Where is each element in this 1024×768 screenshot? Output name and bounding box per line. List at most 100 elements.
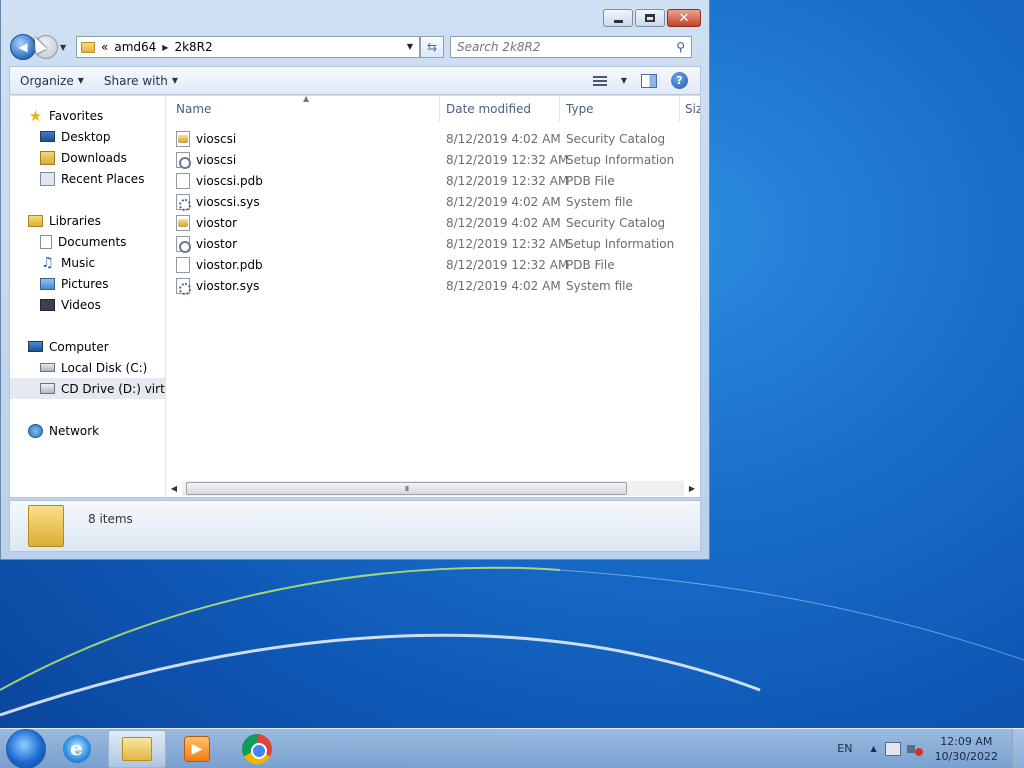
nav-network[interactable]: Network [10, 420, 165, 441]
file-row[interactable]: viostor.sys 8/12/2019 4:02 AM System file [166, 275, 700, 296]
nav-desktop[interactable]: Desktop [10, 126, 165, 147]
scroll-left-icon[interactable]: ◀ [166, 484, 182, 493]
show-hidden-icons-icon[interactable]: ▲ [870, 744, 876, 753]
file-name-cell[interactable]: viostor.pdb [166, 256, 440, 273]
address-dropdown-icon[interactable]: ▼ [407, 42, 413, 51]
search-box[interactable]: ⚲ [450, 36, 692, 58]
file-name-cell[interactable]: vioscsi [166, 151, 440, 169]
file-type: Setup Information [566, 152, 675, 167]
nav-downloads[interactable]: Downloads [10, 147, 165, 168]
volume-muted-icon[interactable] [906, 742, 923, 756]
close-button[interactable]: ✕ [667, 9, 701, 27]
recent-places-icon [40, 171, 55, 186]
nav-label: Computer [49, 339, 109, 354]
column-size[interactable]: Size [680, 96, 700, 122]
file-name: vioscsi.sys [196, 194, 260, 209]
network-status-icon[interactable] [884, 741, 901, 756]
file-name-cell[interactable]: viostor [166, 214, 440, 231]
column-date-modified[interactable]: Date modified [440, 96, 560, 122]
file-row[interactable]: vioscsi.sys 8/12/2019 4:02 AM System file [166, 191, 700, 212]
file-row[interactable]: vioscsi 8/12/2019 12:32 AM Setup Informati… [166, 149, 700, 170]
cd-drive-icon [40, 383, 55, 394]
file-rows: vioscsi 8/12/2019 4:02 AM Security Catalog… [166, 122, 700, 296]
nav-cd-drive[interactable]: CD Drive (D:) virtio-w [10, 378, 165, 399]
file-row[interactable]: viostor 8/12/2019 12:32 AM Setup Informati… [166, 233, 700, 254]
address-overflow-chevron[interactable]: « [101, 40, 108, 54]
file-row[interactable]: vioscsi 8/12/2019 4:02 AM Security Catalog [166, 128, 700, 149]
horizontal-scrollbar[interactable]: ◀ III ▶ [166, 480, 700, 497]
nav-recent-places[interactable]: Recent Places [10, 168, 165, 189]
show-desktop-button[interactable] [1012, 728, 1024, 768]
minimize-button[interactable] [603, 9, 633, 27]
clock-date: 10/30/2022 [934, 749, 998, 763]
file-date: 8/12/2019 12:32 AM [446, 236, 569, 251]
setup-info-icon [176, 151, 191, 169]
organize-button[interactable]: Organize ▼ [10, 74, 94, 88]
breadcrumb-separator-icon[interactable]: ▶ [162, 43, 168, 52]
file-type: Security Catalog [566, 215, 666, 230]
file-name-cell[interactable]: vioscsi.sys [166, 193, 440, 211]
scrollbar-thumb[interactable]: III [186, 482, 627, 495]
preview-pane-icon[interactable] [641, 73, 657, 88]
share-with-button[interactable]: Share with ▼ [94, 74, 188, 88]
column-type[interactable]: Type [560, 96, 680, 122]
nav-local-disk[interactable]: Local Disk (C:) [10, 357, 165, 378]
nav-label: Videos [61, 297, 101, 312]
windows-explorer-icon [122, 736, 152, 761]
nav-libraries[interactable]: Libraries [10, 210, 165, 231]
file-name: vioscsi [196, 131, 237, 146]
search-input[interactable] [457, 40, 657, 54]
file-type: System file [566, 194, 633, 209]
file-date: 8/12/2019 4:02 AM [446, 131, 561, 146]
file-date: 8/12/2019 12:32 AM [446, 257, 569, 272]
file-name: vioscsi [196, 152, 237, 167]
folder-icon [81, 41, 95, 53]
desktop-icon [40, 131, 55, 142]
recent-pages-dropdown[interactable]: ▼ [60, 43, 72, 52]
nav-pictures[interactable]: Pictures [10, 273, 165, 294]
hard-disk-icon [40, 363, 55, 372]
system-file-icon [176, 277, 191, 295]
start-button[interactable] [6, 728, 46, 768]
view-options-chevron-icon[interactable]: ▼ [621, 76, 627, 85]
libraries-icon [28, 214, 43, 227]
change-view-icon[interactable] [592, 75, 607, 86]
refresh-button[interactable]: ⇆ [420, 36, 444, 58]
computer-icon [28, 341, 43, 352]
file-date: 8/12/2019 4:02 AM [446, 278, 561, 293]
maximize-button[interactable] [635, 9, 665, 27]
nav-computer[interactable]: Computer [10, 336, 165, 357]
nav-documents[interactable]: Documents [10, 231, 165, 252]
taskbar-media-player[interactable]: ▶ [168, 730, 226, 768]
file-type: System file [566, 278, 633, 293]
breadcrumb-amd64[interactable]: amd64 [114, 40, 156, 54]
scrollbar-track[interactable]: III [182, 481, 684, 496]
clock[interactable]: 12:09 AM 10/30/2022 [935, 734, 998, 764]
file-date: 8/12/2019 12:32 AM [446, 152, 569, 167]
nav-videos[interactable]: Videos [10, 294, 165, 315]
file-name-cell[interactable]: vioscsi [166, 130, 440, 147]
taskbar-chrome[interactable] [228, 730, 286, 768]
file-list-pane: ▲ Name Date modified Type Size vioscsi 8/… [166, 94, 700, 497]
file-name-cell[interactable]: viostor.sys [166, 277, 440, 295]
language-indicator[interactable]: EN [837, 742, 852, 755]
file-name-cell[interactable]: viostor [166, 235, 440, 253]
taskbar-windows-explorer[interactable] [108, 729, 166, 768]
help-icon[interactable]: ? [671, 72, 688, 89]
file-name-cell[interactable]: vioscsi.pdb [166, 172, 440, 189]
nav-music[interactable]: ♫ Music [10, 252, 165, 273]
catalog-file-icon [176, 130, 190, 147]
nav-favorites[interactable]: ★ Favorites [10, 105, 165, 126]
file-row[interactable]: viostor 8/12/2019 4:02 AM Security Catalog [166, 212, 700, 233]
file-type: Security Catalog [566, 131, 666, 146]
file-row[interactable]: viostor.pdb 8/12/2019 12:32 AM PDB File [166, 254, 700, 275]
address-bar[interactable]: « amd64 ▶ 2k8R2 ▼ [76, 36, 420, 58]
nav-label: Network [49, 423, 100, 438]
taskbar-internet-explorer[interactable] [48, 730, 106, 768]
scroll-right-icon[interactable]: ▶ [684, 484, 700, 493]
search-icon[interactable]: ⚲ [676, 40, 685, 54]
file-row[interactable]: vioscsi.pdb 8/12/2019 12:32 AM PDB File [166, 170, 700, 191]
breadcrumb-2k8r2[interactable]: 2k8R2 [174, 40, 212, 54]
item-count: 8 items [88, 512, 133, 526]
pictures-icon [40, 277, 55, 290]
